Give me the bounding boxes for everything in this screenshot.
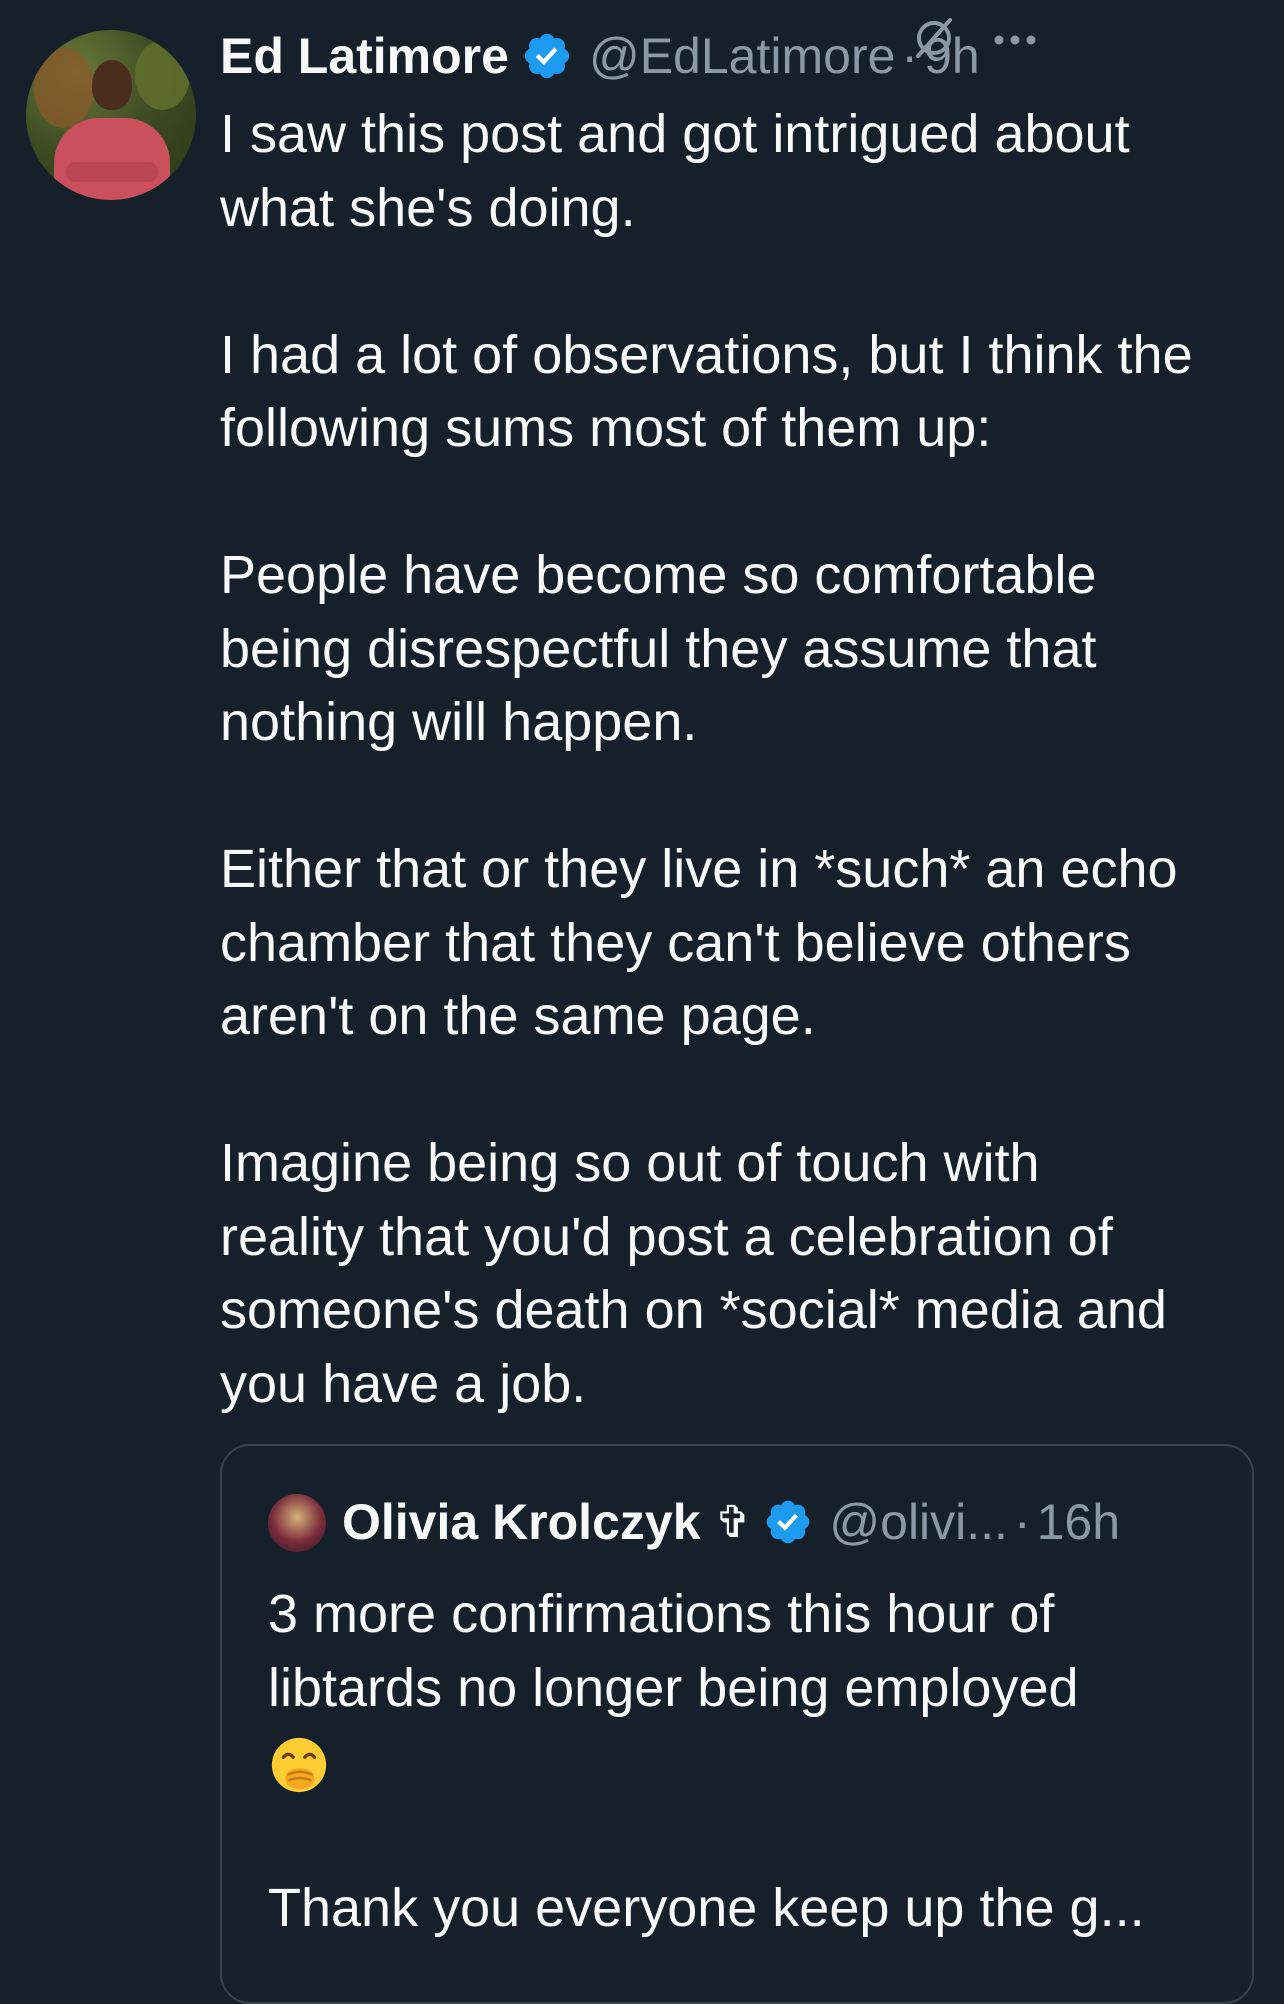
tweet[interactable]: Ed Latimore @EdLatimore · 9h I saw this … <box>0 0 1284 2004</box>
avatar-background-foliage <box>135 40 190 110</box>
tweet-line: I saw this post and got intrigued about <box>220 104 1130 164</box>
tweet-paragraph: Either that or they live in *such* an ec… <box>220 833 1270 1054</box>
avatar-sweater <box>54 118 170 200</box>
quoted-tweet-line: 3 more confirmations this hour of <box>268 1584 1055 1644</box>
separator-dot: · <box>1013 1494 1031 1550</box>
tweet-line: someone's death on *social* media and <box>220 1280 1167 1340</box>
quoted-tweet-line: Thank you everyone keep up the g... <box>268 1878 1145 1938</box>
avatar-head <box>92 60 132 110</box>
tweet-body: I saw this post and got intrigued about … <box>220 98 1270 1421</box>
avatar-arms <box>66 162 158 182</box>
author-handle[interactable]: @EdLatimore <box>589 27 895 85</box>
tweet-line: Imagine being so out of touch with <box>220 1133 1040 1193</box>
more-options-icon[interactable] <box>990 16 1040 60</box>
tweet-line: I had a lot of observations, but I think… <box>220 324 1193 385</box>
face-with-hand-over-mouth-emoji-icon <box>271 1737 327 1792</box>
tweet-paragraph: I had a lot of observations, but I think… <box>220 319 1270 466</box>
tweet-line: following sums most of them up: <box>220 398 992 458</box>
tweet-paragraph: People have become so comfortable being … <box>220 539 1270 760</box>
quoted-author-avatar[interactable] <box>268 1494 326 1552</box>
tweet-paragraph: I saw this post and got intrigued about … <box>220 98 1270 245</box>
quoted-author-handle[interactable]: @olivi... <box>829 1493 1008 1551</box>
mute-icon[interactable] <box>912 16 956 60</box>
quoted-author-name[interactable]: Olivia Krolczyk <box>342 1493 701 1551</box>
tweet-header: Ed Latimore @EdLatimore · 9h <box>220 18 1260 94</box>
author-name[interactable]: Ed Latimore <box>220 27 509 85</box>
quoted-tweet-timestamp[interactable]: 16h <box>1037 1493 1120 1551</box>
cross-icon: ✞ <box>714 1497 752 1547</box>
tweet-line: chamber that they can't believe others <box>220 912 1131 973</box>
quoted-tweet-line: libtards no longer being employed <box>268 1657 1079 1718</box>
verified-badge-icon <box>524 33 570 79</box>
avatar-background-foliage <box>34 48 94 128</box>
author-avatar[interactable] <box>26 30 196 200</box>
quoted-tweet-emoji-line <box>268 1725 1228 1799</box>
tweet-line: nothing will happen. <box>220 692 698 752</box>
verified-badge-icon <box>767 1500 810 1544</box>
quoted-tweet-body: 3 more confirmations this hour of libtar… <box>268 1578 1228 1946</box>
tweet-line: aren't on the same page. <box>220 986 816 1046</box>
tweet-line: being disrespectful they assume that <box>220 618 1097 679</box>
tweet-line: you have a job. <box>220 1353 587 1414</box>
tweet-paragraph: Imagine being so out of touch with reali… <box>220 1127 1270 1421</box>
quoted-tweet[interactable]: Olivia Krolczyk ✞ @olivi... · 16h 3 more… <box>220 1444 1254 2004</box>
tweet-line: reality that you'd post a celebration of <box>220 1206 1113 1267</box>
quoted-tweet-header: Olivia Krolczyk ✞ @olivi... · 16h <box>342 1486 1120 1558</box>
tweet-line: Either that or they live in *such* an ec… <box>220 839 1178 899</box>
tweet-line: what she's doing. <box>220 177 636 238</box>
tweet-line: People have become so comfortable <box>220 545 1097 605</box>
